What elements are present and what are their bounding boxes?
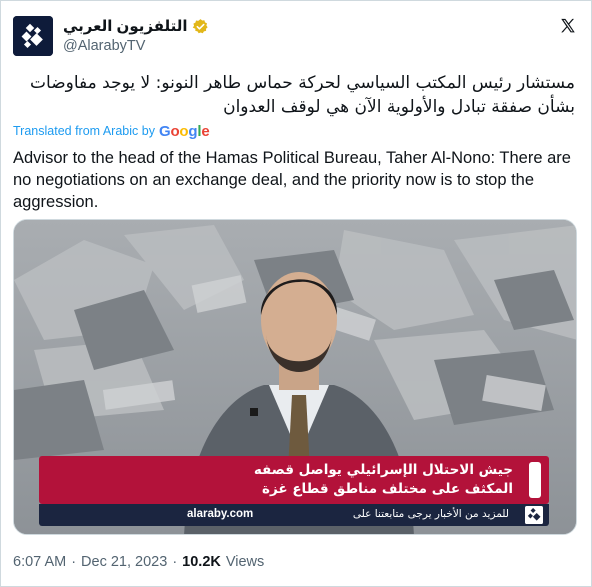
name-row: التلفزيون العربي: [63, 16, 209, 36]
tweet-meta: 6:07 AM · Dec 21, 2023 · 10.2K Views: [13, 554, 264, 570]
handle[interactable]: @AlarabyTV: [63, 38, 145, 54]
tweet-translated-text: Advisor to the head of the Hamas Politic…: [13, 149, 571, 211]
views-label: Views: [225, 554, 265, 570]
google-logo: Google: [158, 122, 210, 140]
tweet-time[interactable]: 6:07 AM: [13, 554, 66, 570]
ticker-line-2: المكثف على مختلف مناطق قطاع غزة: [262, 481, 513, 497]
ticker-marker: [529, 462, 541, 498]
follow-us-text: للمزيد من الأخبار يرجى متابعتنا على: [352, 508, 509, 520]
news-ticker: جيش الاحتلال الإسرائيلي يواصل قصفه المكث…: [39, 456, 549, 504]
views-count: 10.2K: [182, 554, 221, 570]
channel-logo-icon: [525, 506, 543, 524]
ticker-line-1: جيش الاحتلال الإسرائيلي يواصل قصفه: [253, 462, 513, 478]
tweet-date[interactable]: Dec 21, 2023: [81, 554, 167, 570]
verified-badge-icon: [192, 18, 208, 33]
site-url: alaraby.com: [187, 508, 254, 520]
tweet-media[interactable]: جيش الاحتلال الإسرائيلي يواصل قصفه المكث…: [13, 219, 577, 535]
avatar[interactable]: [13, 16, 53, 56]
meta-separator: ·: [71, 554, 77, 570]
lower-info-bar: alaraby.com للمزيد من الأخبار يرجى متابع…: [39, 504, 549, 526]
tweet-card: التلفزيون العربي @AlarabyTV مستشار رئيس …: [0, 0, 592, 587]
tweet-arabic-text: مستشار رئيس المكتب السياسي لحركة حماس طا…: [30, 73, 575, 117]
meta-separator: ·: [172, 554, 178, 570]
translation-attribution: Translated from Arabic by Google: [13, 122, 210, 140]
x-logo-icon[interactable]: [559, 17, 577, 35]
translated-label[interactable]: Translated from Arabic by: [13, 124, 155, 138]
alaraby-logo-icon: [13, 16, 53, 56]
display-name[interactable]: التلفزيون العربي: [63, 17, 188, 35]
